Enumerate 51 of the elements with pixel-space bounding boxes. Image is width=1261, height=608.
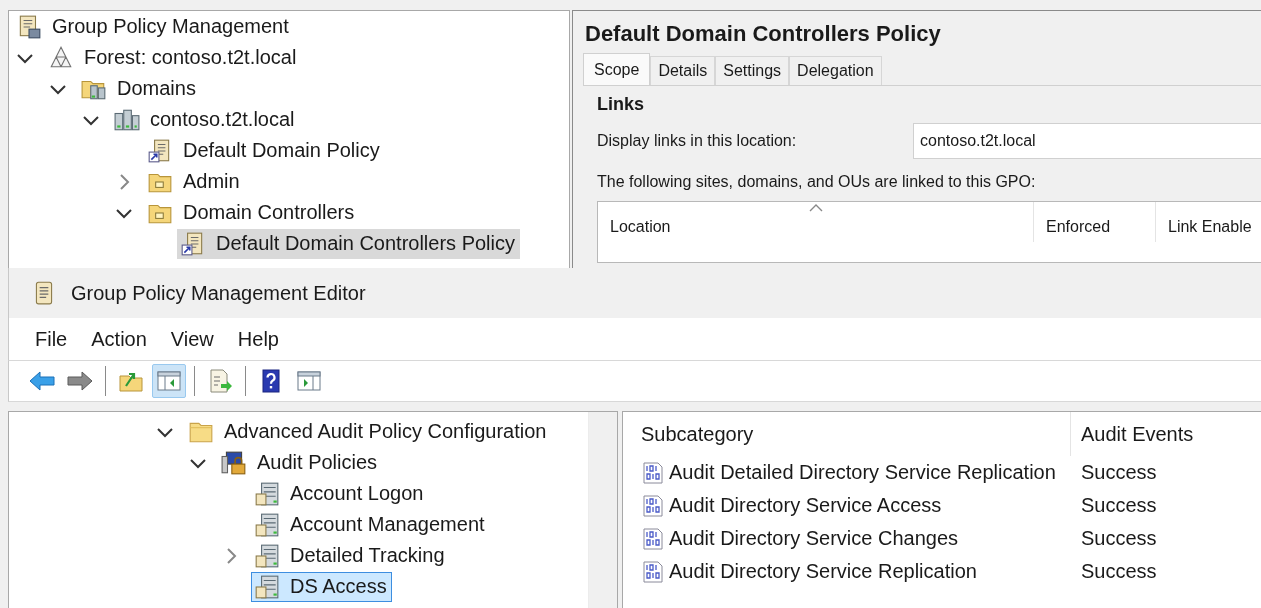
tree-item[interactable]: Domain Controllers	[144, 197, 360, 228]
list-item[interactable]: Audit Directory Service Replication	[623, 559, 1071, 584]
table-cell-text: Success	[1080, 461, 1157, 484]
tree-item[interactable]: Default Domain Policy	[144, 135, 385, 166]
column-header[interactable]: Link Enable	[1156, 202, 1261, 242]
location-field[interactable]: contoso.t2t.local	[913, 123, 1261, 159]
menu-item[interactable]: File	[29, 325, 77, 353]
tab[interactable]: Delegation	[789, 56, 882, 85]
tree-item[interactable]: Domains	[78, 73, 201, 104]
tree-item[interactable]: Account Management	[251, 509, 490, 540]
binary-document-icon	[641, 460, 665, 485]
tree-item[interactable]: DS Access	[251, 571, 392, 602]
tree-item[interactable]: Advanced Audit Policy Configuration	[185, 416, 552, 447]
tab[interactable]: Details	[650, 56, 716, 85]
pane-title: Default Domain Controllers Policy	[585, 21, 942, 47]
scrollbar[interactable]	[588, 412, 617, 608]
table-cell-text: Success	[1080, 494, 1157, 517]
server-document-icon	[254, 511, 280, 538]
tree-item[interactable]: Group Policy Management	[13, 11, 294, 42]
tree-item[interactable]: Admin	[144, 166, 245, 197]
list-item[interactable]: Audit Directory Service Changes	[623, 526, 1071, 551]
binary-document-icon	[641, 493, 665, 518]
section-heading: Links	[597, 94, 645, 115]
column-header[interactable]: Location	[598, 202, 1034, 242]
field-label: Display links in this location:	[597, 132, 798, 150]
caption-text: The following sites, domains, and OUs are linked to this GPO:	[597, 173, 1037, 191]
tree-item[interactable]: Detailed Tracking	[251, 540, 450, 571]
list-item[interactable]: Audit Directory Service Access	[623, 493, 1071, 518]
binary-document-icon	[641, 526, 665, 551]
tree-item[interactable]: Account Logon	[251, 478, 429, 509]
tab[interactable]: Settings	[715, 56, 790, 85]
column-header[interactable]: Subcategory	[623, 412, 1071, 456]
menu-item[interactable]: Help	[228, 325, 288, 353]
server-document-icon	[254, 480, 280, 507]
window-title: Group Policy Management Editor	[71, 281, 366, 305]
table-cell-text: Success	[1080, 560, 1157, 583]
server-document-icon	[254, 542, 280, 569]
tree-item[interactable]: contoso.t2t.local	[111, 104, 300, 135]
column-header[interactable]: Audit Events	[1071, 412, 1261, 456]
binary-document-icon	[641, 559, 665, 584]
menu-item[interactable]: View	[161, 325, 223, 353]
tree-item[interactable]: Audit Policies	[218, 447, 383, 478]
tab[interactable]: Scope	[583, 53, 651, 85]
server-document-icon	[254, 573, 280, 600]
sort-caret-icon	[808, 204, 823, 212]
tree-item[interactable]: Forest: contoso.t2t.local	[45, 42, 302, 73]
column-header[interactable]: Enforced	[1034, 202, 1156, 242]
list-item[interactable]: Audit Detailed Directory Service Replication	[623, 460, 1071, 485]
menu-item[interactable]: Action	[82, 325, 156, 353]
computer-lock-icon	[221, 449, 247, 476]
table-cell-text: Success	[1080, 527, 1157, 550]
